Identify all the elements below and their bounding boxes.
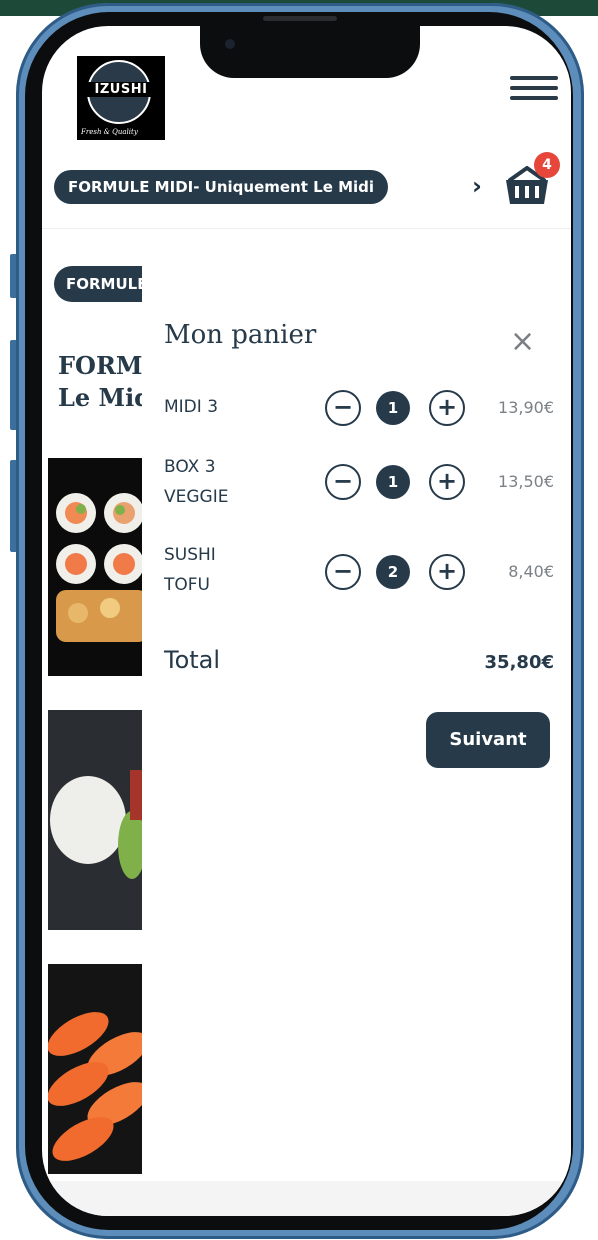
cart-item-name: BOX 3 VEGGIE — [164, 457, 229, 507]
increase-quantity-button[interactable]: + — [429, 390, 465, 426]
cart-item-price: 13,50€ — [498, 472, 554, 491]
increase-quantity-button[interactable]: + — [429, 464, 465, 500]
product-image-salmon-sushi[interactable] — [48, 964, 148, 1174]
screen-bottom-bar — [42, 1181, 571, 1216]
cart-count-badge: 4 — [534, 152, 560, 178]
cart-item-name: SUSHI TOFU — [164, 545, 216, 595]
decrease-quantity-button[interactable]: − — [325, 390, 361, 426]
phone-screen: IZUSHI Fresh & Quality FORMULE MIDI- Uni… — [42, 26, 571, 1216]
product-image-sushi-box[interactable] — [48, 458, 148, 676]
total-label: Total — [164, 646, 221, 674]
decrease-quantity-button[interactable]: − — [325, 464, 361, 500]
logo-text: IZUSHI — [83, 82, 159, 97]
quantity-value: 1 — [376, 391, 410, 425]
category-pill-active[interactable]: FORMULE MIDI- Uniquement Le Midi — [54, 170, 389, 204]
increase-quantity-button[interactable]: + — [429, 554, 465, 590]
next-button[interactable]: Suivant — [426, 712, 550, 768]
decrease-quantity-button[interactable]: − — [325, 554, 361, 590]
camera-icon — [225, 39, 235, 49]
total-value: 35,80€ — [484, 652, 554, 673]
chevron-right-icon[interactable]: › — [472, 172, 482, 200]
close-icon[interactable]: × — [510, 324, 535, 359]
speaker-icon — [263, 16, 337, 21]
cart-item-name: MIDI 3 — [164, 397, 219, 417]
cart-item-price: 13,90€ — [498, 398, 554, 417]
quantity-value: 1 — [376, 465, 410, 499]
logo-subtitle: Fresh & Quality — [81, 128, 138, 136]
quantity-value: 2 — [376, 555, 410, 589]
product-image-rice-box[interactable] — [48, 710, 148, 930]
cart-item-price: 8,40€ — [508, 562, 554, 581]
menu-icon[interactable] — [510, 76, 558, 102]
izushi-logo[interactable]: IZUSHI Fresh & Quality — [77, 56, 165, 140]
cart-title: Mon panier — [164, 320, 317, 350]
